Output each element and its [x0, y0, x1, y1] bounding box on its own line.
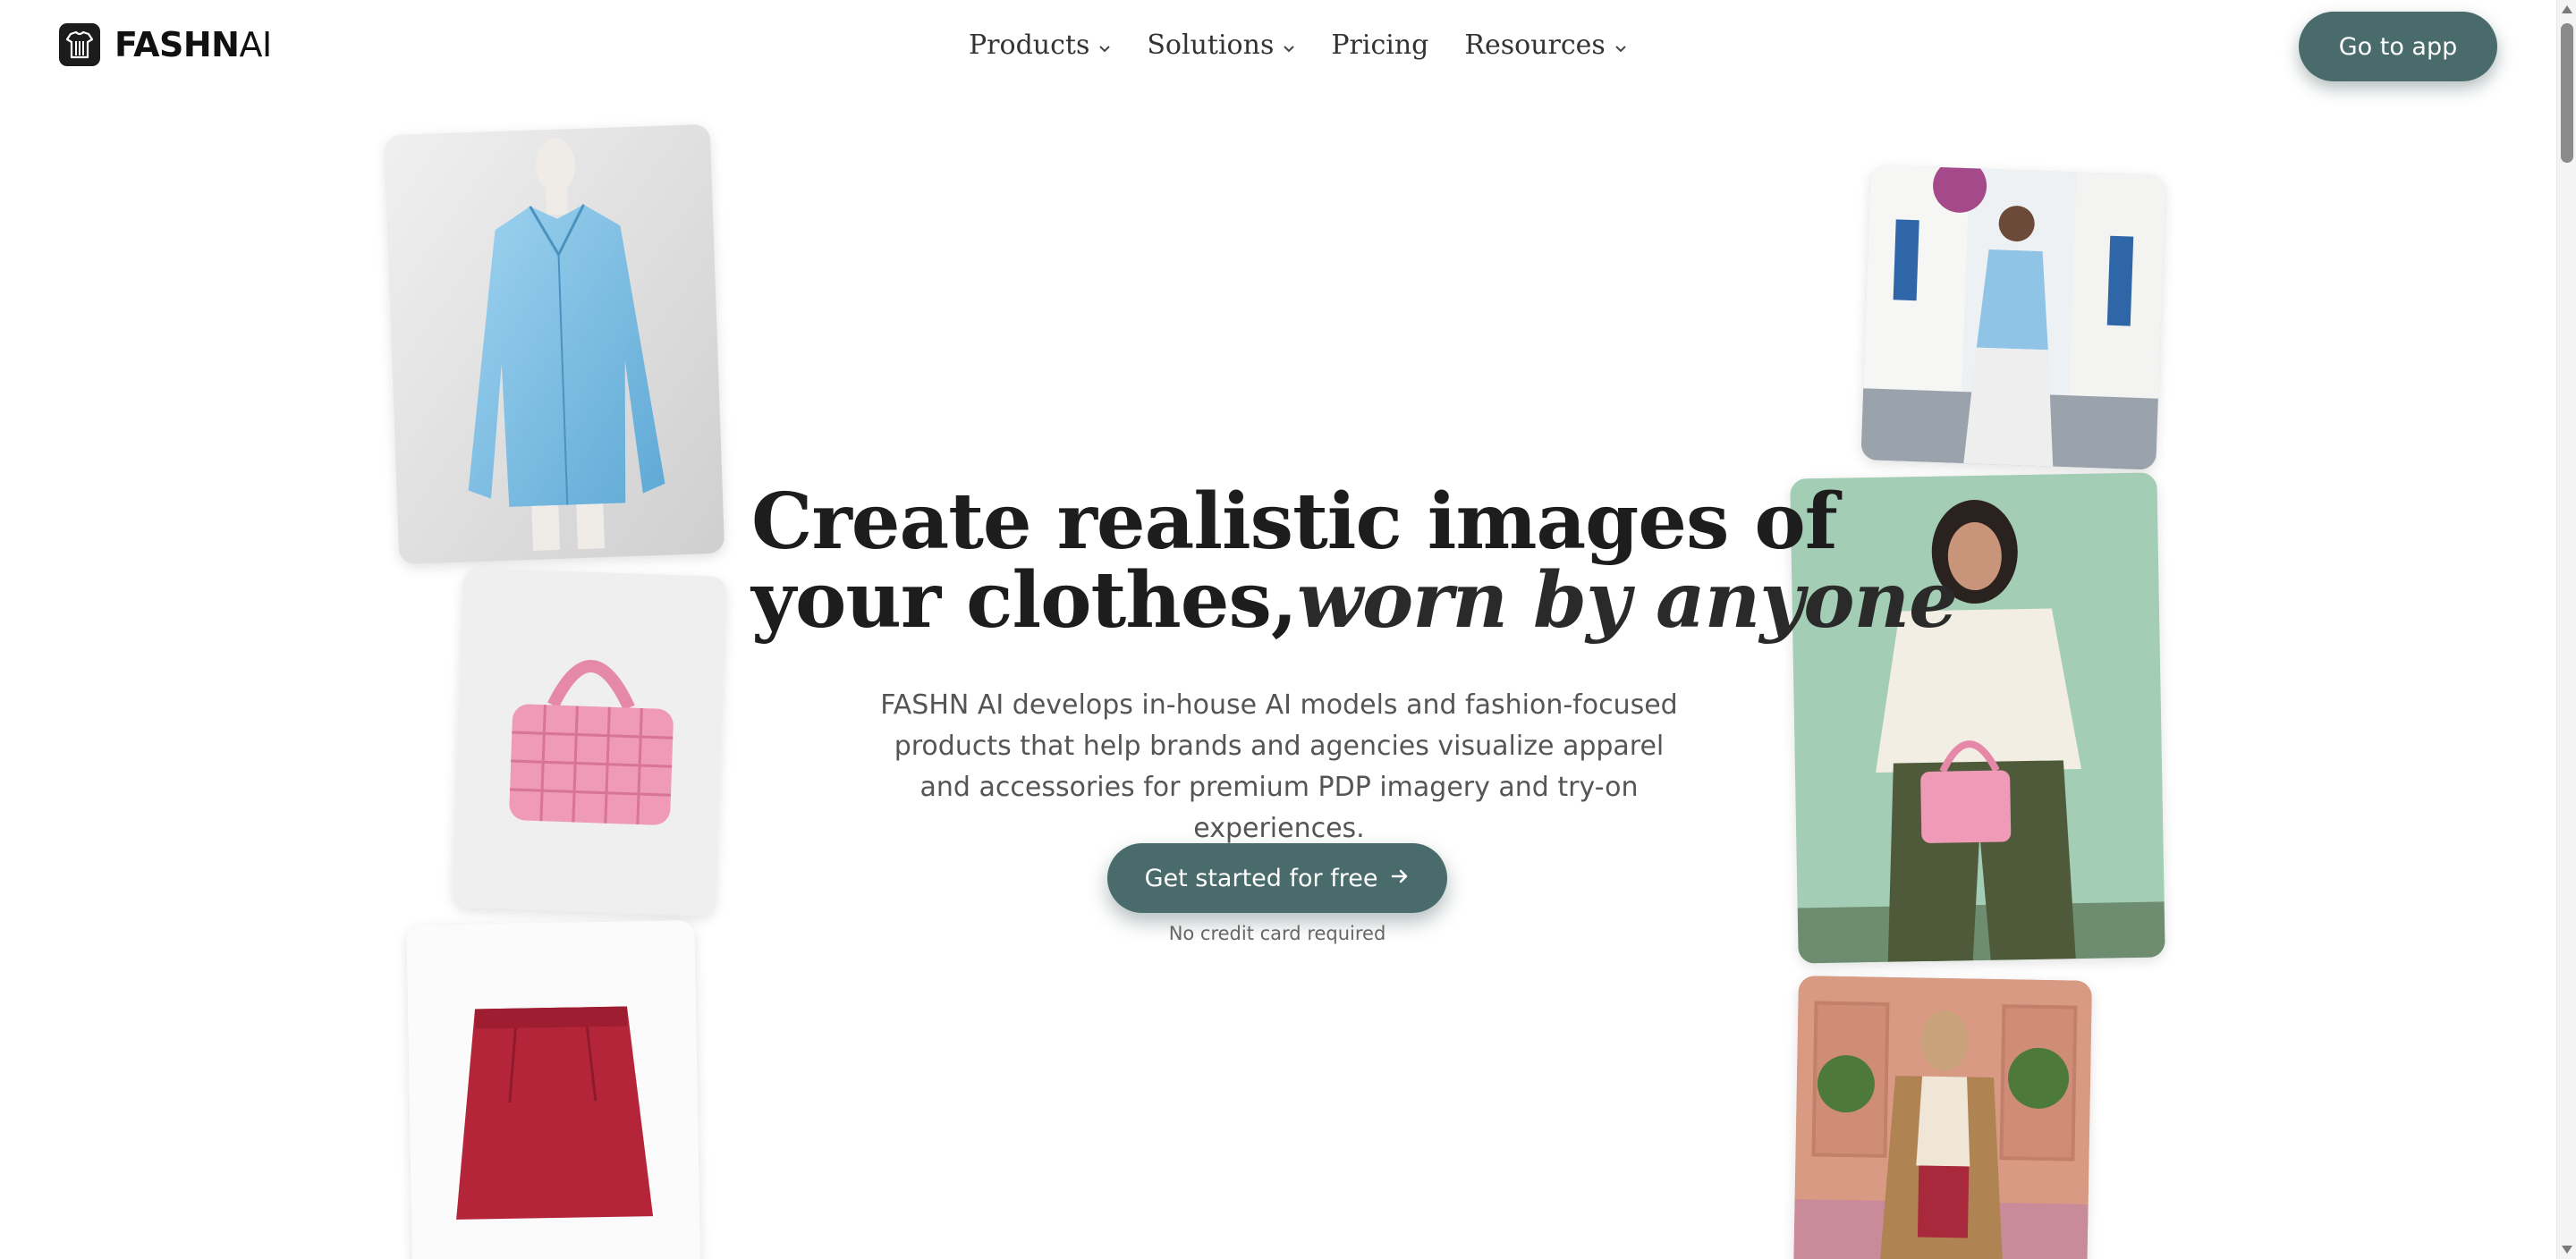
brand-name: FASHNAI	[114, 25, 272, 64]
arrow-right-icon	[1390, 865, 1410, 892]
get-started-label: Get started for free	[1144, 864, 1378, 892]
hero-title: Create realistic images of your clothes,…	[751, 477, 1958, 646]
nav-item-pricing[interactable]: Pricing	[1331, 30, 1428, 61]
product-image-pink-bag	[452, 567, 727, 917]
hero-title-line1: Create realistic images of	[751, 477, 1838, 567]
model-image-cafe	[1793, 976, 2092, 1259]
product-image-red-skirt	[406, 920, 701, 1259]
model-image-green-backdrop	[1790, 472, 2165, 964]
scroll-down-arrow-icon[interactable]	[2562, 1246, 2572, 1254]
cta-note: No credit card required	[1168, 923, 1386, 944]
nav-label: Pricing	[1331, 29, 1429, 61]
hero-description: FASHN AI develops in-house AI models and…	[880, 689, 1678, 844]
nav-label: Products	[969, 29, 1090, 61]
shirt-logo-icon	[59, 23, 100, 66]
nav-item-products[interactable]: Products	[969, 30, 1111, 61]
chevron-down-icon	[1098, 30, 1111, 61]
hero-title-line2: your clothes,worn by anyone	[751, 555, 1958, 646]
main-nav: Products Solutions Pricing Resources	[969, 25, 1663, 64]
get-started-button[interactable]: Get started for free	[1107, 843, 1447, 913]
hero-title-emphasis: worn by anyone	[1296, 555, 1958, 646]
model-image-street	[1860, 165, 2166, 470]
nav-item-solutions[interactable]: Solutions	[1147, 30, 1295, 61]
brand-logo[interactable]: FASHNAI	[59, 23, 272, 66]
scroll-up-arrow-icon[interactable]	[2562, 5, 2572, 13]
nav-label: Solutions	[1147, 29, 1275, 61]
product-image-blue-shirt	[384, 123, 725, 565]
chevron-down-icon	[1283, 30, 1295, 61]
page-scrollbar[interactable]	[2556, 0, 2576, 1259]
go-to-app-button[interactable]: Go to app	[2299, 12, 2497, 81]
nav-item-resources[interactable]: Resources	[1464, 30, 1626, 61]
scroll-thumb[interactable]	[2561, 23, 2573, 163]
nav-label: Resources	[1464, 29, 1606, 61]
chevron-down-icon	[1614, 30, 1627, 61]
